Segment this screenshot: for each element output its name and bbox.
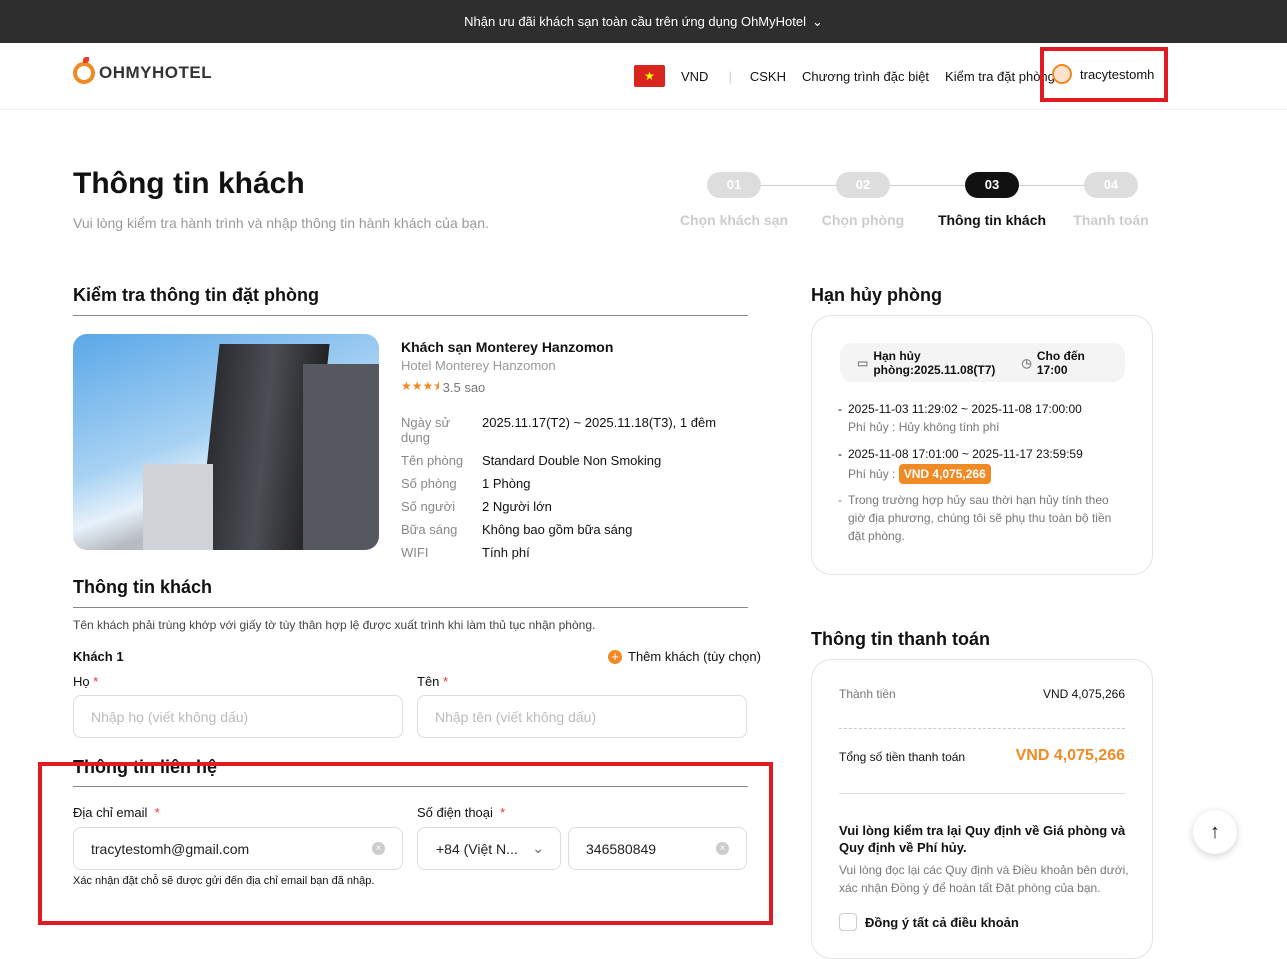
- hotel-name-en: Hotel Monterey Hanzomon: [401, 358, 556, 373]
- policy-title: Vui lòng kiểm tra lại Quy định về Giá ph…: [839, 823, 1126, 855]
- hotel-image: [73, 334, 379, 550]
- fee-label: Phí hủy :: [848, 420, 896, 434]
- detail-key: WIFI: [401, 545, 429, 560]
- cancellation-rules: -2025-11-03 11:29:02 ~ 2025-11-08 17:00:…: [838, 400, 1128, 545]
- fee-label: Phí hủy :: [848, 467, 896, 481]
- total-label: Tổng số tiền thanh toán: [839, 750, 966, 764]
- logo-text: OHMYHOTEL: [99, 63, 213, 82]
- checkbox[interactable]: [839, 913, 857, 931]
- deadline-box: ▭ Hạn hủy phòng:2025.11.08(T7) ◷ Cho đến 1…: [840, 343, 1125, 382]
- step-2: 02 Chọn phòng: [808, 172, 918, 228]
- rule-period: 2025-11-03 11:29:02 ~ 2025-11-08 17:00:0…: [848, 402, 1082, 416]
- placeholder: Nhập tên (viết không dấu): [435, 708, 597, 725]
- logo-icon: [73, 57, 95, 84]
- guest-section-title: Thông tin khách: [73, 577, 212, 597]
- step-number: 04: [1084, 172, 1138, 198]
- calendar-icon: ▭: [857, 355, 869, 370]
- first-name-input[interactable]: Nhập tên (viết không dấu): [417, 695, 747, 738]
- page-subtitle: Vui lòng kiểm tra hành trình và nhập thô…: [73, 215, 489, 231]
- add-guest-button[interactable]: + Thêm khách (tùy chọn): [608, 649, 761, 664]
- nav-support[interactable]: CSKH: [750, 69, 786, 84]
- first-name-label: Tên *: [417, 674, 449, 689]
- rule-note-text: Trong trường hợp hủy sau thời hạn hủy tí…: [848, 493, 1112, 543]
- step-label: Chọn khách sạn: [679, 212, 789, 228]
- divider: [73, 607, 748, 608]
- divider: [839, 793, 1125, 794]
- clock-icon: ◷: [1021, 355, 1032, 370]
- rule-2: -2025-11-08 17:01:00 ~ 2025-11-17 23:59:…: [838, 445, 1128, 484]
- step-4: 04 Thanh toán: [1066, 172, 1156, 228]
- fee-value: Hủy không tính phí: [898, 420, 1000, 434]
- divider: [839, 728, 1125, 729]
- last-name-input[interactable]: Nhập họ (viết không dấu): [73, 695, 403, 738]
- placeholder: Nhập họ (viết không dấu): [91, 708, 249, 725]
- cancellation-section-title: Hạn hủy phòng: [811, 285, 942, 305]
- chevron-down-icon: ⌄: [812, 13, 823, 29]
- plus-icon: +: [608, 649, 622, 664]
- hotel-name: Khách sạn Monterey Hanzomon: [401, 339, 614, 355]
- rating-label: 3.5 sao: [442, 380, 486, 395]
- label-text: Tên: [417, 674, 440, 689]
- vietnam-flag-icon[interactable]: ★: [634, 65, 665, 87]
- logo[interactable]: OHMYHOTEL: [73, 57, 213, 84]
- rule-1: -2025-11-03 11:29:02 ~ 2025-11-08 17:00:…: [838, 402, 1082, 434]
- currency-selector[interactable]: VND: [681, 69, 708, 84]
- step-number: 03: [965, 172, 1019, 198]
- divider: [73, 315, 748, 316]
- detail-key: Bữa sáng: [401, 522, 458, 537]
- detail-key: Ngày sử dụng: [401, 415, 451, 445]
- detail-value: 2 Người lớn: [482, 499, 552, 514]
- step-label: Thanh toán: [1073, 212, 1149, 228]
- detail-key: Số người: [401, 499, 456, 514]
- detail-value: Tính phí: [482, 545, 530, 560]
- nav-special-program[interactable]: Chương trình đặc biệt: [802, 69, 929, 84]
- guest-label: Khách 1: [73, 649, 124, 664]
- progress-steps: 01 Chọn khách sạn 02 Chọn phòng 03 Thông ti…: [679, 172, 1156, 228]
- subtotal-label: Thành tiền: [839, 687, 896, 701]
- divider: |: [728, 68, 732, 84]
- scroll-to-top-button[interactable]: ↑: [1193, 810, 1237, 854]
- step-1: 01 Chọn khách sạn: [679, 172, 789, 228]
- arrow-up-icon: ↑: [1210, 820, 1220, 843]
- step-label: Thông tin khách: [937, 212, 1047, 228]
- detail-value: 2025.11.17(T2) ~ 2025.11.18(T3), 1 đêm: [482, 415, 717, 430]
- hotel-rating: ★★★⯨ 3.5 sao: [401, 377, 485, 398]
- total-value: VND 4,075,266: [1015, 747, 1125, 764]
- agree-all-label: Đồng ý tất cả điều khoản: [865, 914, 1019, 930]
- detail-value: Không bao gồm bữa sáng: [482, 522, 633, 537]
- promo-text: Nhận ưu đãi khách sạn toàn cầu trên ứng …: [464, 14, 806, 29]
- detail-key: Tên phòng: [401, 453, 464, 468]
- nav-check-booking[interactable]: Kiểm tra đặt phòng: [945, 69, 1055, 84]
- until-text: Cho đến 17:00: [1036, 348, 1085, 377]
- payment-section-title: Thông tin thanh toán: [811, 629, 990, 649]
- rule-period: 2025-11-08 17:01:00 ~ 2025-11-17 23:59:5…: [848, 447, 1083, 461]
- detail-value: 1 Phòng: [482, 476, 531, 491]
- top-nav: ★ VND | CSKH Chương trình đặc biệt Kiểm …: [634, 64, 1055, 88]
- last-name-label: Họ *: [73, 674, 99, 689]
- star-rating-icon: ★★★⯨: [401, 379, 440, 393]
- agree-all-checkbox[interactable]: Đồng ý tất cả điều khoản: [839, 913, 1019, 931]
- deadline-text: Hạn hủy phòng:2025.11.08(T7): [873, 348, 996, 377]
- step-number: 01: [707, 172, 761, 198]
- promo-bar[interactable]: Nhận ưu đãi khách sạn toàn cầu trên ứng …: [0, 0, 1287, 43]
- annotation-box: [1040, 47, 1168, 102]
- guest-note: Tên khách phải trùng khớp với giấy tờ tù…: [73, 618, 596, 632]
- label-text: Họ: [73, 674, 90, 689]
- step-label: Chọn phòng: [821, 212, 905, 228]
- step-3: 03 Thông tin khách: [937, 172, 1047, 228]
- annotation-box: [38, 762, 773, 925]
- subtotal-value: VND 4,075,266: [1042, 687, 1125, 701]
- booking-section-title: Kiểm tra thông tin đặt phòng: [73, 285, 319, 305]
- booking-details: Ngày sử dụng 2025.11.17(T2) ~ 2025.11.18(…: [401, 415, 716, 560]
- step-number: 02: [836, 172, 890, 198]
- page-title: Thông tin khách: [73, 167, 305, 200]
- detail-value: Standard Double Non Smoking: [482, 453, 662, 468]
- fee-badge: VND 4,075,266: [898, 464, 991, 484]
- detail-key: Số phòng: [401, 476, 457, 491]
- add-guest-label: Thêm khách (tùy chọn): [628, 649, 761, 664]
- rule-note: - Trong trường hợp hủy sau thời hạn hủy t…: [838, 491, 1128, 545]
- policy-text: Vui lòng đọc lại các Quy định và Điều kh…: [839, 863, 1129, 895]
